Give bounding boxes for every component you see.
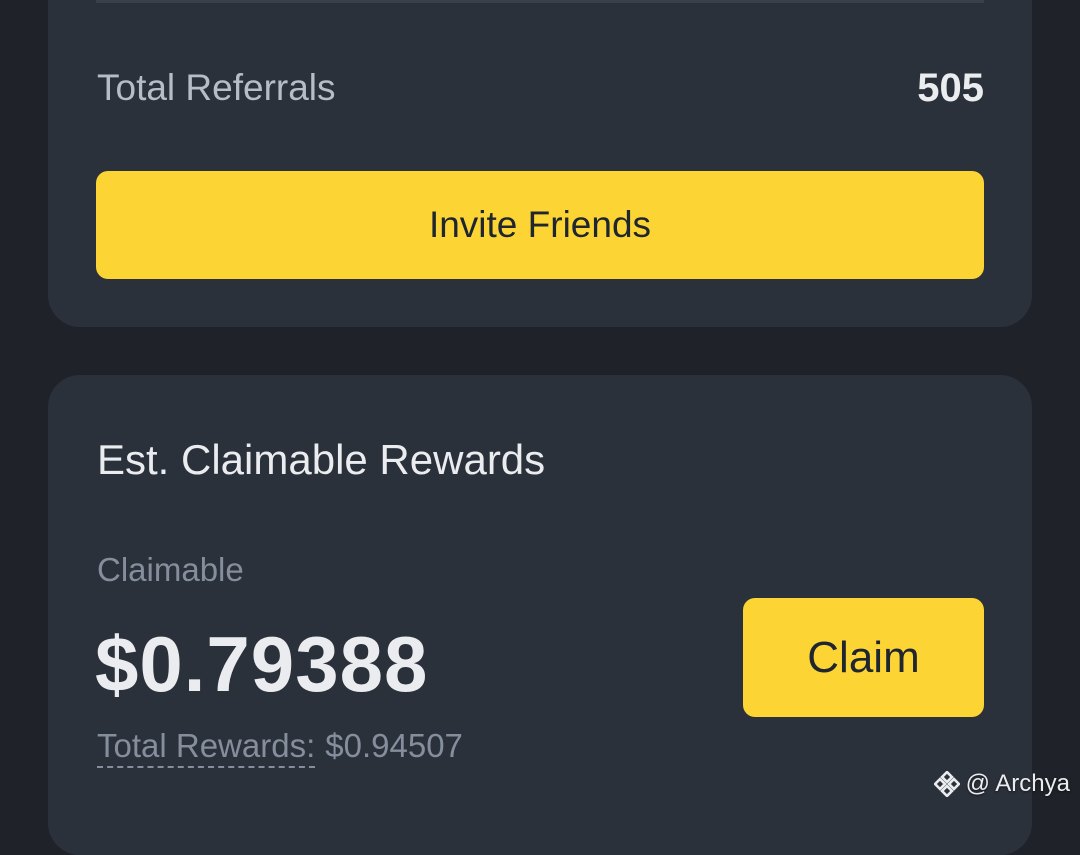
watermark: @ Archya: [933, 770, 1070, 798]
total-rewards-row: Total Rewards: $0.94507: [97, 725, 463, 768]
referrals-card: Total Referrals 505 Invite Friends: [48, 0, 1032, 327]
total-referrals-value: 505: [917, 66, 984, 110]
invite-friends-button[interactable]: Invite Friends: [96, 171, 984, 279]
claimable-value: $0.79388: [95, 620, 429, 708]
total-rewards-label[interactable]: Total Rewards:: [97, 727, 316, 768]
total-rewards-value: $0.94507: [325, 727, 463, 764]
claimable-label: Claimable: [97, 551, 244, 588]
rewards-title: Est. Claimable Rewards: [97, 436, 546, 483]
claim-button[interactable]: Claim: [743, 598, 984, 717]
watermark-text: @ Archya: [965, 770, 1070, 797]
binance-logo-icon: [933, 771, 960, 797]
rewards-card: Est. Claimable Rewards Claimable $0.7938…: [48, 375, 1032, 855]
card-divider: [96, 0, 984, 3]
total-referrals-label: Total Referrals: [97, 67, 336, 108]
